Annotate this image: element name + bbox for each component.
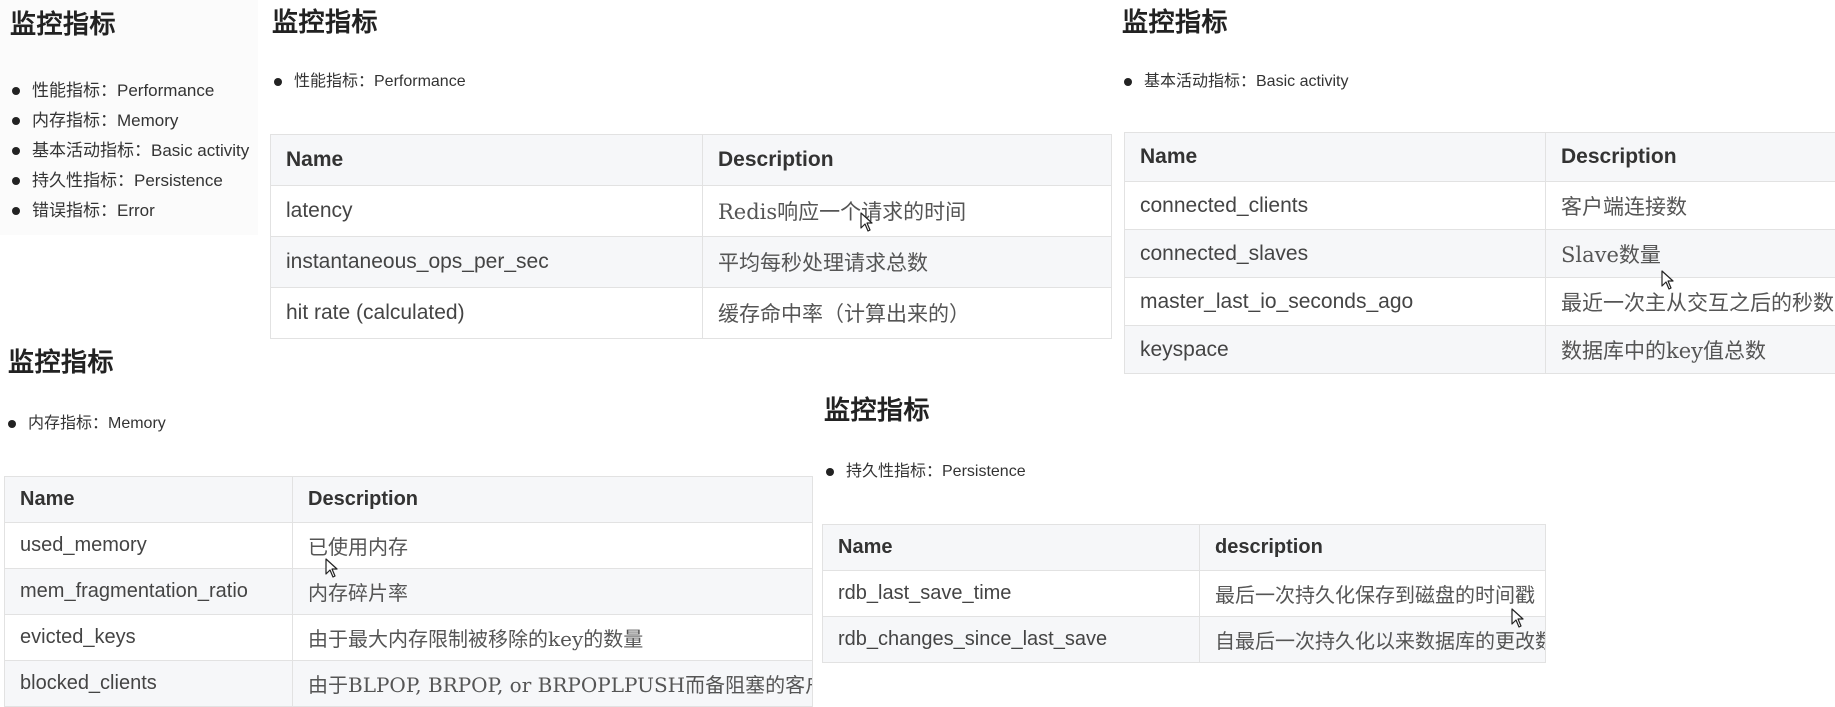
metric-description: 数据库中的key值总数 — [1546, 326, 1835, 374]
table-row: blocked_clients 由于BLPOP, BRPOP, or BRPOP… — [5, 661, 813, 707]
panel-title: 监控指标 — [1122, 2, 1228, 39]
metric-description: 自最后一次持久化以来数据库的更改数 — [1200, 617, 1546, 663]
list-item: 性能指标：Performance — [10, 76, 249, 106]
column-header-description: Description — [1546, 133, 1835, 182]
metric-name: master_last_io_seconds_ago — [1125, 278, 1546, 326]
table-row: rdb_last_save_time 最后一次持久化保存到磁盘的时间戳 — [823, 571, 1546, 617]
table-row: used_memory 已使用内存 — [5, 523, 813, 569]
metric-category-bullet: 基本活动指标：Basic activity — [1122, 70, 1348, 94]
metric-description: 缓存命中率（计算出来的） — [703, 288, 1112, 339]
metric-name: evicted_keys — [5, 615, 293, 661]
metric-description: 平均每秒处理请求总数 — [703, 237, 1112, 288]
metric-category-list: 性能指标：Performance 内存指标：Memory 基本活动指标：Basi… — [10, 76, 249, 226]
table-header-row: Name Description — [271, 135, 1112, 186]
column-header-name: Name — [823, 525, 1200, 571]
metric-description: 内存碎片率 — [293, 569, 813, 615]
table-row: mem_fragmentation_ratio 内存碎片率 — [5, 569, 813, 615]
list-item: 性能指标：Performance — [272, 70, 466, 94]
table-row: evicted_keys 由于最大内存限制被移除的key的数量 — [5, 615, 813, 661]
metric-name: mem_fragmentation_ratio — [5, 569, 293, 615]
table-row: connected_clients 客户端连接数 — [1125, 182, 1835, 230]
list-item: 持久性指标：Persistence — [10, 166, 249, 196]
panel-overview: 监控指标 性能指标：Performance 内存指标：Memory 基本活动指标… — [0, 0, 258, 235]
mouse-pointer-icon — [860, 212, 874, 232]
panel-basic-activity: 监控指标 基本活动指标：Basic activity Name Descript… — [1118, 0, 1835, 378]
metric-name: instantaneous_ops_per_sec — [271, 237, 703, 288]
metric-name: rdb_changes_since_last_save — [823, 617, 1200, 663]
list-item: 内存指标：Memory — [6, 412, 166, 436]
table-header-row: Name Description — [1125, 133, 1835, 182]
metric-name: keyspace — [1125, 326, 1546, 374]
list-item: 基本活动指标：Basic activity — [1122, 70, 1348, 94]
metric-category-bullet: 持久性指标：Persistence — [824, 460, 1026, 484]
panel-memory: 监控指标 内存指标：Memory Name Description used_m… — [0, 338, 812, 697]
metric-description: 由于BLPOP, BRPOP, or BRPOPLPUSH而备阻塞的客户端 — [293, 661, 813, 707]
table-row: master_last_io_seconds_ago 最近一次主从交互之后的秒数 — [1125, 278, 1835, 326]
mouse-pointer-icon — [1511, 608, 1525, 628]
list-item: 持久性指标：Persistence — [824, 460, 1026, 484]
column-header-description: Description — [703, 135, 1112, 186]
panel-persistence: 监控指标 持久性指标：Persistence Name description … — [818, 378, 1545, 653]
table-row: rdb_changes_since_last_save 自最后一次持久化以来数据… — [823, 617, 1546, 663]
metric-name: used_memory — [5, 523, 293, 569]
table-header-row: Name description — [823, 525, 1546, 571]
metric-description: 已使用内存 — [293, 523, 813, 569]
table-row: instantaneous_ops_per_sec 平均每秒处理请求总数 — [271, 237, 1112, 288]
column-header-name: Name — [1125, 133, 1546, 182]
list-item: 基本活动指标：Basic activity — [10, 136, 249, 166]
metric-name: hit rate (calculated) — [271, 288, 703, 339]
performance-table: Name Description latency Redis响应一个请求的时间 … — [270, 134, 1112, 339]
table-row: latency Redis响应一个请求的时间 — [271, 186, 1112, 237]
list-item: 错误指标：Error — [10, 196, 249, 226]
metric-name: rdb_last_save_time — [823, 571, 1200, 617]
list-item: 内存指标：Memory — [10, 106, 249, 136]
column-header-description: description — [1200, 525, 1546, 571]
table-row: connected_slaves Slave数量 — [1125, 230, 1835, 278]
persistence-table: Name description rdb_last_save_time 最后一次… — [822, 524, 1546, 663]
table-row: keyspace 数据库中的key值总数 — [1125, 326, 1835, 374]
panel-performance: 监控指标 性能指标：Performance Name Description l… — [268, 0, 1113, 338]
metric-name: blocked_clients — [5, 661, 293, 707]
metric-name: connected_slaves — [1125, 230, 1546, 278]
basic-activity-table: Name Description connected_clients 客户端连接… — [1124, 132, 1835, 374]
metric-description: Redis响应一个请求的时间 — [703, 186, 1112, 237]
panel-title: 监控指标 — [824, 390, 930, 427]
memory-table: Name Description used_memory 已使用内存 mem_f… — [4, 476, 813, 707]
metric-category-bullet: 性能指标：Performance — [272, 70, 466, 94]
metric-description: 最后一次持久化保存到磁盘的时间戳 — [1200, 571, 1546, 617]
panel-title: 监控指标 — [10, 4, 116, 41]
column-header-name: Name — [271, 135, 703, 186]
table-row: hit rate (calculated) 缓存命中率（计算出来的） — [271, 288, 1112, 339]
mouse-pointer-icon — [1661, 270, 1675, 290]
metric-name: connected_clients — [1125, 182, 1546, 230]
mouse-pointer-icon — [325, 558, 339, 578]
panel-title: 监控指标 — [8, 342, 114, 379]
metric-description: 由于最大内存限制被移除的key的数量 — [293, 615, 813, 661]
metric-description: 客户端连接数 — [1546, 182, 1835, 230]
metric-description: 最近一次主从交互之后的秒数 — [1546, 278, 1835, 326]
metric-category-bullet: 内存指标：Memory — [6, 412, 166, 436]
panel-title: 监控指标 — [272, 2, 378, 39]
metric-name: latency — [271, 186, 703, 237]
column-header-description: Description — [293, 477, 813, 523]
column-header-name: Name — [5, 477, 293, 523]
metric-description: Slave数量 — [1546, 230, 1835, 278]
table-header-row: Name Description — [5, 477, 813, 523]
